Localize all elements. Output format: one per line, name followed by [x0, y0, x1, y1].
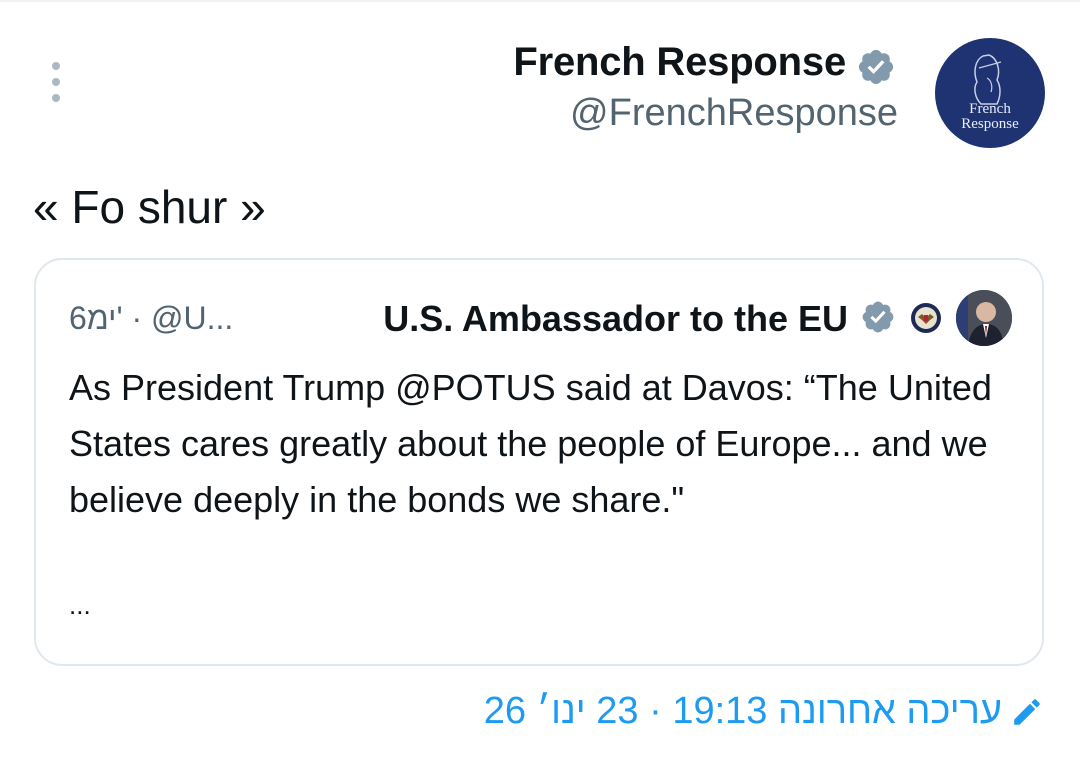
quoted-author-name[interactable]: U.S. Ambassador to the EU	[383, 298, 848, 340]
top-divider	[0, 0, 1080, 2]
quoted-post-meta: 6ימ' · @U...	[69, 300, 234, 336]
post-view: French Response @FrenchResponse French R…	[0, 0, 1080, 774]
last-edited-label: עריכה אחרונה 19:13 · 23 ינו׳ 26	[483, 690, 1002, 732]
quoted-post-ellipsis: ...	[69, 590, 91, 620]
author-handle[interactable]: @FrenchResponse	[570, 92, 898, 135]
last-edited-info[interactable]: עריכה אחרונה 19:13 · 23 ינו׳ 26	[484, 690, 1044, 733]
quoted-post-text: As President Trump @POTUS said at Davos:…	[69, 367, 992, 520]
author-name[interactable]: French Response	[513, 40, 846, 85]
author-avatar[interactable]: French Response	[935, 38, 1045, 148]
verified-badge-icon	[858, 49, 894, 85]
pencil-edit-icon	[1014, 698, 1040, 725]
more-options-icon[interactable]	[48, 62, 64, 102]
quoted-author-avatar[interactable]	[956, 290, 1012, 346]
quoted-post-card[interactable]: U.S. Ambassador to the EU 6ימ' · @U... A…	[34, 258, 1044, 666]
avatar-text: French Response	[961, 101, 1019, 132]
verified-badge-icon	[862, 301, 894, 333]
state-department-seal-icon	[908, 300, 944, 336]
person-photo-icon	[956, 290, 1012, 346]
post-text: « Fo shur »	[33, 181, 266, 233]
